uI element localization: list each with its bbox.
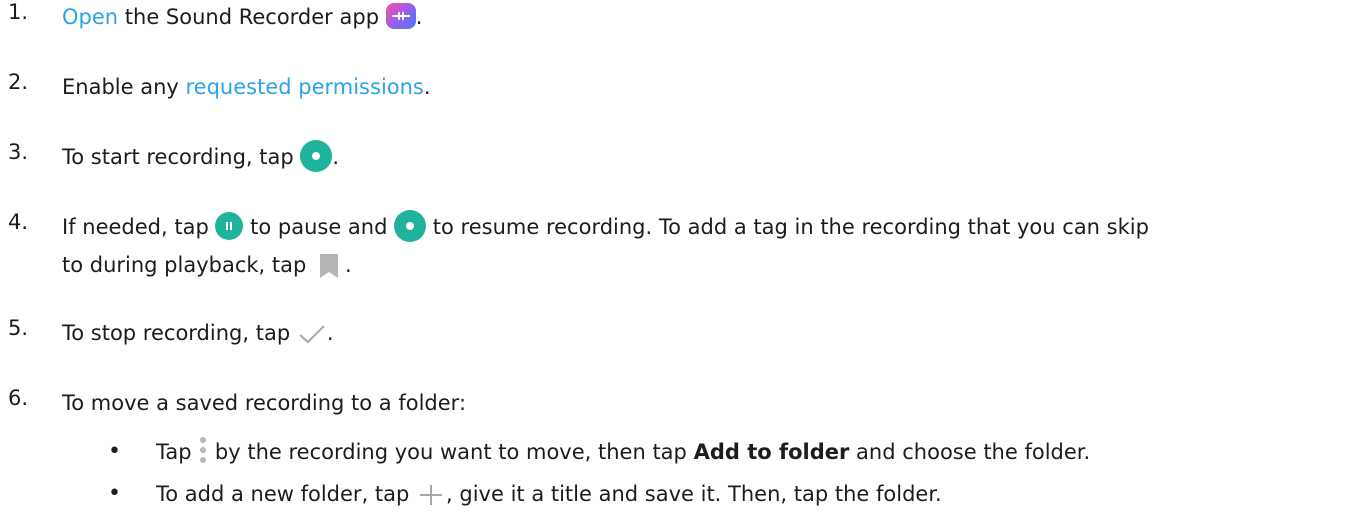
add-to-folder-label: Add to folder (693, 440, 850, 464)
step-number: 3. (8, 140, 29, 164)
more-icon (198, 437, 208, 465)
bullet: • (108, 439, 121, 464)
sound-recorder-app-icon (385, 3, 416, 29)
step-text: Enable any requested permissions. (62, 75, 431, 99)
step-text-line-1: If needed, tap to pause and to resume re… (62, 210, 1352, 244)
bookmark-icon (319, 253, 339, 279)
step-number: 6. (8, 386, 29, 410)
step-text: To start recording, tap . (62, 140, 1352, 174)
record-icon (300, 140, 333, 172)
pause-icon (215, 212, 244, 240)
instruction-list: 1. Open the Sound Recorder app . 2. Enab… (0, 0, 1367, 511)
substep-text: Tap by the recording you want to move, t… (156, 435, 1090, 469)
substep-text: To add a new folder, tap , give it a tit… (156, 482, 942, 508)
step-number: 1. (8, 0, 29, 24)
requested-permissions-link[interactable]: requested permissions (186, 75, 424, 99)
bullet: • (108, 481, 121, 506)
check-icon (297, 322, 327, 346)
step-number: 5. (8, 316, 29, 340)
plus-icon (416, 482, 446, 508)
step-number: 4. (8, 210, 29, 234)
step-number: 2. (8, 70, 29, 94)
record-icon (394, 210, 427, 242)
step-text-line-2: to during playback, tap . (62, 253, 352, 279)
step-text: To stop recording, tap . (62, 321, 334, 346)
open-link[interactable]: Open (62, 5, 118, 29)
step-text: To move a saved recording to a folder: (62, 391, 467, 415)
step-text: Open the Sound Recorder app . (62, 3, 423, 29)
